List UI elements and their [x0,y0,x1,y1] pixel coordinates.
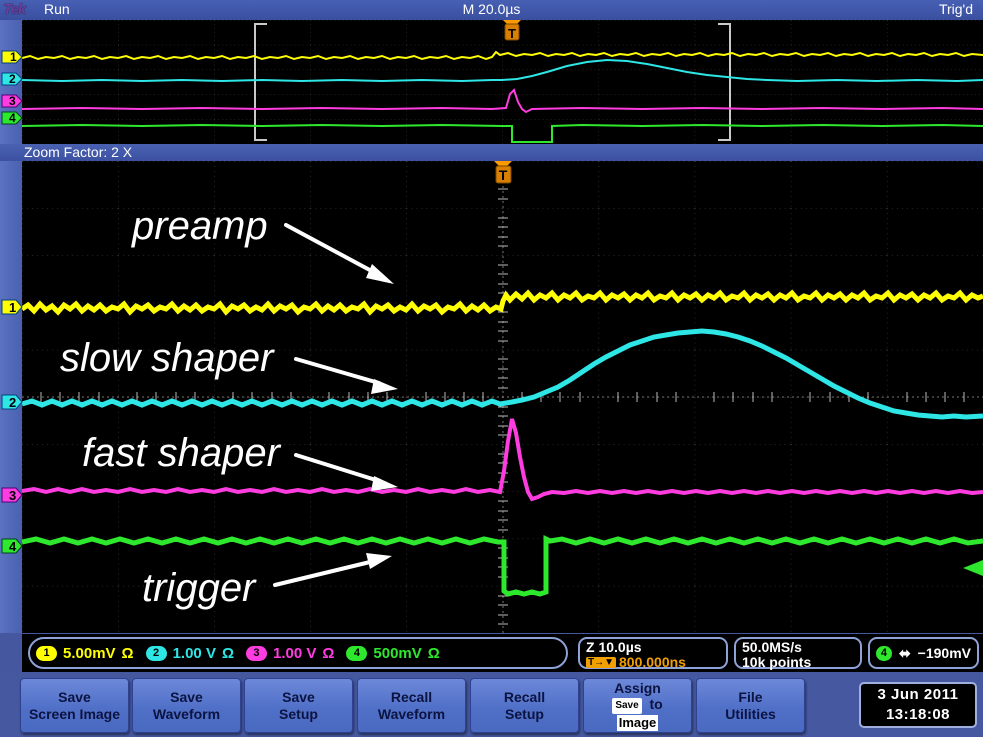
acquisition-box[interactable]: 50.0MS/s 10k points [734,637,862,670]
file-utilities-button[interactable]: File Utilities [696,678,805,733]
zoom-timebase-box[interactable]: Z 10.0µs T→▼ 800.000ns [578,637,728,670]
recall-waveform-line1: Recall [390,688,433,705]
annotation-trigger: trigger [142,566,257,610]
channel-scale-1: 5.00mV [63,644,116,662]
record-length-value: 10k points [742,654,812,670]
recall-waveform-button[interactable]: Recall Waveform [357,678,466,733]
zoom-ch3-marker: 3 [1,487,23,503]
trigger-source-badge: 4 [876,645,892,661]
zoom-timebase-value: Z 10.0µs [586,639,642,655]
recall-setup-line2: Setup [505,705,544,722]
channel-scale-4: 500mV [373,644,422,662]
readout-bar: 1 5.00mV Ω 2 1.00 V Ω 3 1.00 V Ω 4 500mV [22,634,983,672]
channel-readout-4[interactable]: 4 500mV Ω [346,644,440,662]
zoom-factor-bar: Zoom Factor: 2 X [0,144,983,161]
save-setup-line1: Save [282,688,315,705]
channel-badge-4: 4 [346,645,368,661]
save-waveform-line2: Waveform [152,705,221,722]
file-utilities-line2: Utilities [725,705,776,722]
zoom-channel-markers: 1 2 3 4 [1,299,23,554]
zoom-ch1-marker: 1 [1,299,23,315]
annotation-fast-shaper: fast shaper [82,431,282,475]
assign-to-word: to [645,696,663,713]
save-setup-button[interactable]: Save Setup [244,678,353,733]
trigger-pos-icon: T→▼ [586,657,617,668]
trigger-pos-value: 800.000ns [619,654,686,670]
svg-text:T: T [499,167,508,183]
zoom-ch4-marker: 4 [1,538,23,554]
channel-coupling-4: Ω [427,644,440,662]
channel-badge-3: 3 [245,645,267,661]
save-screen-image-line1: Save [58,688,91,705]
oscilloscope-screen: Tek Run M 20.0µs Trig'd T 1 2 3 4 Zoom F… [0,0,983,737]
channel-badge-1: 1 [36,645,57,661]
trigger-level-value: −190mV [917,644,971,661]
zoom-ch2-marker: 2 [1,394,23,410]
assign-label: Assign [614,680,661,697]
overview-waveform-area[interactable]: T [22,20,983,144]
trigger-state-label: Trig'd [938,1,973,17]
svg-text:3: 3 [9,94,16,108]
svg-text:2: 2 [9,395,16,410]
recall-waveform-line2: Waveform [377,705,446,722]
svg-text:2: 2 [9,72,16,86]
save-screen-image-button[interactable]: Save Screen Image [20,678,129,733]
assign-save-to-image-button[interactable]: Assign Save to Image [583,678,692,733]
channel-coupling-2: Ω [221,644,234,662]
channel-badge-2: 2 [145,645,167,661]
sample-rate-value: 50.0MS/s [742,639,802,655]
save-waveform-button[interactable]: Save Waveform [132,678,241,733]
save-screen-image-line2: Screen Image [28,705,121,722]
main-timebase-label[interactable]: M 20.0µs [0,1,983,17]
overview-channel-markers: 1 2 3 4 [1,50,23,125]
file-utilities-line1: File [738,688,763,705]
annotation-preamp: preamp [131,204,268,248]
save-setup-line2: Setup [279,705,318,722]
save-waveform-line1: Save [170,688,203,705]
recall-setup-line1: Recall [503,688,546,705]
svg-text:1: 1 [10,50,17,64]
svg-text:T: T [508,26,516,41]
annotation-slow-shaper: slow shaper [60,336,275,380]
save-tag-icon: Save [612,697,642,714]
svg-text:4: 4 [9,539,17,554]
channel-scale-2: 1.00 V [172,644,216,662]
top-status-bar: Tek Run M 20.0µs Trig'd [0,0,983,20]
channel-scales-group: 1 5.00mV Ω 2 1.00 V Ω 3 1.00 V Ω 4 500mV [28,637,568,669]
clock-time: 13:18:08 [885,706,951,723]
recall-setup-button[interactable]: Recall Setup [470,678,579,733]
channel-coupling-3: Ω [322,644,335,662]
bottom-menu-bar: Save Screen Image Save Waveform Save Set… [0,674,983,737]
channel-scale-3: 1.00 V [272,644,317,662]
channel-readout-3[interactable]: 3 1.00 V Ω [245,644,346,662]
image-tag: Image [616,714,659,731]
channel-coupling-1: Ω [121,644,134,662]
channel-readout-2[interactable]: 2 1.00 V Ω [145,644,246,662]
svg-text:4: 4 [9,111,16,125]
zoom-factor-label[interactable]: Zoom Factor: 2 X [24,144,132,160]
trigger-slope-icon: ⬌ [898,644,911,661]
svg-text:1: 1 [9,300,16,315]
channel-readout-1[interactable]: 1 5.00mV Ω [36,645,146,662]
svg-text:3: 3 [9,488,16,503]
clock-date: 3 Jun 2011 [877,686,959,703]
trigger-readout-box[interactable]: 4 ⬌ −190mV [868,637,979,669]
zoom-waveform-area[interactable]: preamp slow shaper fast shaper trigger T [22,161,983,633]
clock-display: 3 Jun 2011 13:18:08 [859,682,977,728]
